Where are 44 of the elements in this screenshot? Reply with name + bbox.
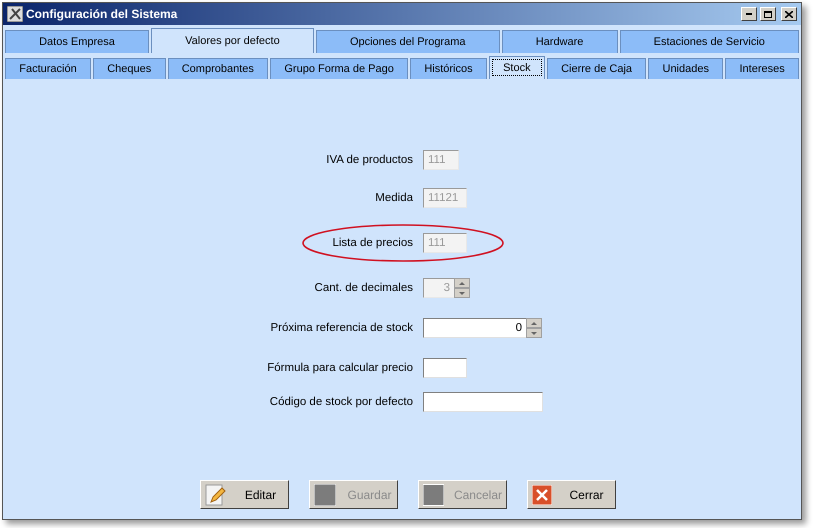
field-label: Próxima referencia de stock <box>269 322 413 334</box>
input-field[interactable] <box>423 358 467 378</box>
close-button[interactable] <box>781 7 797 21</box>
field-label: IVA de productos <box>325 154 413 166</box>
tab[interactable]: Datos Empresa <box>5 30 150 53</box>
tab[interactable]: Comprobantes <box>168 58 268 79</box>
app-icon <box>7 6 23 22</box>
pencil-icon <box>205 484 227 506</box>
tab[interactable]: Unidades <box>648 58 724 79</box>
action-button[interactable]: Cerrar <box>527 480 616 509</box>
tab[interactable]: Opciones del Programa <box>316 30 500 53</box>
spin-down-button[interactable] <box>526 328 542 338</box>
minimize-icon <box>746 13 752 15</box>
spin-up-button[interactable] <box>526 318 542 328</box>
blank-icon <box>423 484 444 506</box>
blank-icon <box>314 484 336 506</box>
minimize-button[interactable] <box>741 7 757 21</box>
action-button[interactable]: Editar <box>200 480 289 509</box>
field-label: Fórmula para calcular precio <box>266 362 413 374</box>
down-arrow-icon <box>531 332 537 334</box>
tab[interactable]: Cierre de Caja <box>546 58 646 79</box>
field-label: Medida <box>374 192 413 204</box>
tab[interactable]: Intereses <box>725 58 799 79</box>
up-arrow-icon <box>459 282 465 284</box>
tab[interactable]: Estaciones de Servicio <box>620 30 800 53</box>
tab[interactable]: Stock <box>488 56 545 79</box>
field-label: Lista de precios <box>331 237 413 249</box>
tab[interactable]: Hardware <box>502 30 618 53</box>
field-label: Código de stock por defecto <box>268 396 413 408</box>
tab[interactable]: Cheques <box>92 58 166 79</box>
tab[interactable]: Valores por defecto <box>151 28 314 53</box>
down-arrow-icon <box>459 292 465 294</box>
close-icon <box>785 10 793 18</box>
tab[interactable]: Facturación <box>5 58 91 79</box>
close-icon <box>532 484 552 504</box>
up-arrow-icon <box>531 322 537 324</box>
maximize-button[interactable] <box>760 7 776 21</box>
tab[interactable]: Grupo Forma de Pago <box>270 58 408 79</box>
maximize-icon <box>764 10 772 18</box>
input-field[interactable] <box>423 392 543 412</box>
field-label: Cant. de decimales <box>314 282 413 294</box>
tab[interactable]: Históricos <box>410 58 487 79</box>
spinner-field[interactable]: 0 <box>423 318 527 338</box>
window-title: Configuración del Sistema <box>26 7 178 21</box>
